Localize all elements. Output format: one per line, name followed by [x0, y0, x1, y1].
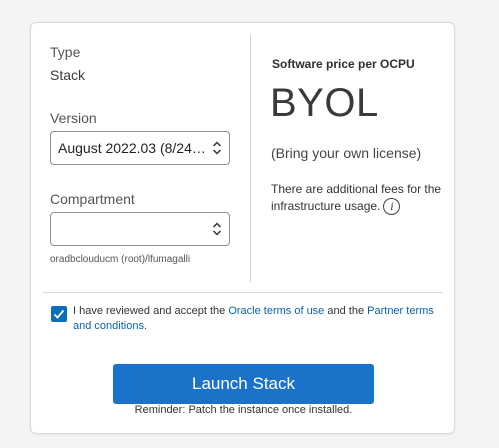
type-value: Stack	[50, 67, 86, 83]
select-arrows-icon	[212, 141, 222, 155]
accept-terms-checkbox[interactable]	[51, 306, 67, 322]
oracle-terms-link[interactable]: Oracle terms of use	[228, 305, 324, 317]
terms-text-before: I have reviewed and accept the	[73, 305, 229, 317]
column-divider	[250, 35, 251, 282]
price-title: Software price per OCPU	[272, 57, 415, 71]
license-model: BYOL	[270, 81, 379, 125]
compartment-select[interactable]	[50, 212, 230, 246]
compartment-path: oradbclouducm (root)/lfumagalli	[50, 254, 191, 265]
fees-note: There are additional fees for the infras…	[271, 181, 451, 216]
version-select[interactable]: August 2022.03 (8/24/2022)	[50, 131, 230, 165]
terms-text-middle: and the	[324, 305, 368, 317]
compartment-label: Compartment	[50, 191, 135, 207]
version-selected-value: August 2022.03 (8/24/2022)	[58, 140, 206, 156]
launch-stack-button[interactable]: Launch Stack	[113, 364, 374, 404]
version-label: Version	[50, 110, 97, 126]
launch-stack-card: Type Stack Version August 2022.03 (8/24/…	[30, 22, 455, 434]
fees-note-text: There are additional fees for the infras…	[271, 182, 442, 213]
license-model-description: (Bring your own license)	[271, 145, 422, 161]
checkmark-icon	[53, 309, 65, 319]
section-divider	[43, 292, 443, 293]
select-arrows-icon	[212, 222, 222, 236]
terms-text-after: .	[143, 320, 148, 332]
info-icon[interactable]: i	[383, 198, 401, 216]
type-label: Type	[50, 44, 81, 60]
reminder-text: Reminder: Patch the instance once instal…	[134, 404, 353, 416]
accept-terms-text: I have reviewed and accept the Oracle te…	[73, 304, 443, 334]
